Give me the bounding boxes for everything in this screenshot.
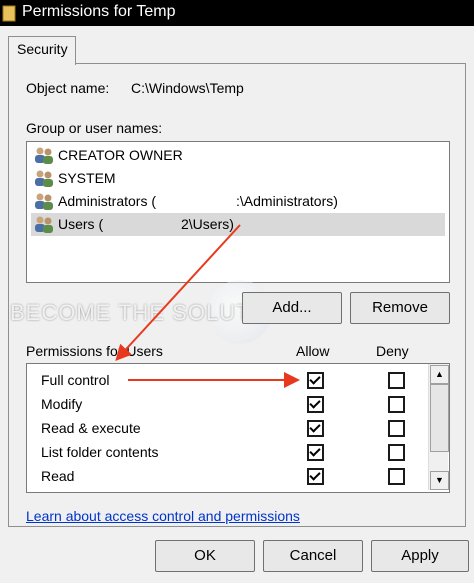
arrow-users-to-permissions [115, 224, 241, 361]
annotation-arrows [115, 224, 300, 388]
